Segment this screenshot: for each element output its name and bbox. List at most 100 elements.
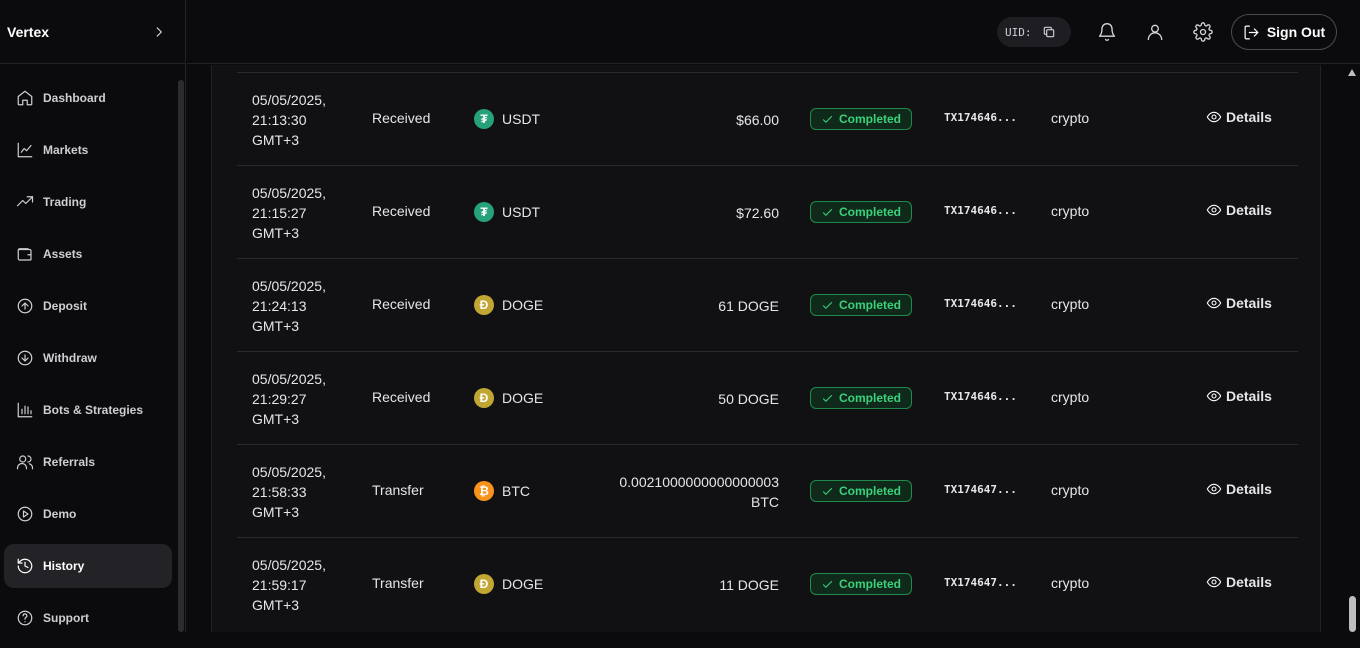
tx-asset: Ð DOGE <box>474 574 543 594</box>
tx-amount-value: 11 DOGE <box>719 577 779 593</box>
tx-asset-symbol: DOGE <box>502 390 544 406</box>
sidebar-item-history[interactable]: History <box>4 544 172 588</box>
sidebar-collapse-toggle[interactable] <box>151 24 167 40</box>
status-label: Completed <box>838 112 901 126</box>
tx-time-line: 21:24:13 <box>252 298 307 314</box>
sidebar-item-label: Bots & Strategies <box>43 403 144 417</box>
sidebar-item-label: History <box>43 559 85 573</box>
home-icon <box>17 90 33 106</box>
sidebar-item-trading[interactable]: Trading <box>4 180 172 224</box>
tx-method: crypto <box>1051 575 1090 591</box>
check-icon <box>822 487 833 495</box>
tx-amount-value: 61 DOGE <box>718 298 779 314</box>
brand-logo-text: Vertex <box>7 23 50 40</box>
sidebar-item-support[interactable]: Support <box>4 596 172 640</box>
tx-id: TX174646... <box>944 204 1017 217</box>
tx-asset-symbol: DOGE <box>502 576 544 592</box>
tx-amount: 61 DOGE <box>718 296 779 316</box>
tx-time-line: 21:13:30 <box>252 112 307 128</box>
tx-date: 05/05/2025, 21:15:27 GMT+3 <box>252 183 352 243</box>
doge-coin-icon: Ð <box>474 574 494 594</box>
table-row: 05/05/2025, 21:24:13 GMT+3 Received Ð DO… <box>237 259 1298 352</box>
main-scrollbar[interactable] <box>1344 65 1360 632</box>
details-button[interactable]: Details <box>1206 202 1272 218</box>
tx-asset: ₮ USDT <box>474 202 540 222</box>
details-button[interactable]: Details <box>1206 388 1272 404</box>
tx-asset-symbol: USDT <box>502 204 541 220</box>
status-label: Completed <box>838 577 901 591</box>
status-badge: Completed <box>810 480 912 502</box>
tx-asset: ₿ BTC <box>474 481 530 501</box>
tx-amount: $66.00 <box>736 110 779 130</box>
tx-date-line: 05/05/2025, <box>252 278 326 294</box>
table-row: 05/05/2025, 21:59:17 GMT+3 Transfer Ð DO… <box>237 538 1298 631</box>
tx-asset-symbol: DOGE <box>502 297 544 313</box>
tx-date-line: 05/05/2025, <box>252 185 326 201</box>
sidebar-item-markets[interactable]: Markets <box>4 128 172 172</box>
tx-id: TX174646... <box>944 297 1017 310</box>
sidebar-scrollbar[interactable] <box>178 80 184 632</box>
eye-icon <box>1206 390 1222 402</box>
history-icon <box>17 558 33 574</box>
status-label: Completed <box>838 484 901 498</box>
tx-id: TX174646... <box>944 390 1017 403</box>
doge-coin-icon: Ð <box>474 388 494 408</box>
sidebar-item-withdraw[interactable]: Withdraw <box>4 336 172 380</box>
tx-time-line: 21:59:17 <box>252 577 307 593</box>
tx-asset: Ð DOGE <box>474 295 543 315</box>
details-button[interactable]: Details <box>1206 295 1272 311</box>
details-button[interactable]: Details <box>1206 109 1272 125</box>
scroll-up-arrow-icon[interactable] <box>1348 69 1356 76</box>
tx-timezone-line: GMT+3 <box>252 504 300 520</box>
tx-amount-unit: BTC <box>751 494 779 510</box>
trending-up-icon <box>16 196 34 207</box>
tx-date: 05/05/2025, 21:29:27 GMT+3 <box>252 369 352 429</box>
eye-icon <box>1206 576 1222 588</box>
sidebar-item-assets[interactable]: Assets <box>4 232 172 276</box>
wallet-icon <box>17 248 32 261</box>
tx-timezone-line: GMT+3 <box>252 225 300 241</box>
tx-time-line: 21:15:27 <box>252 205 307 221</box>
sidebar-item-deposit[interactable]: Deposit <box>4 284 172 328</box>
sidebar-header: Vertex <box>0 0 185 64</box>
tx-amount-value: 50 DOGE <box>718 391 779 407</box>
arrow-down-circle-icon <box>17 350 33 366</box>
details-label: Details <box>1226 574 1272 590</box>
tx-type: Received <box>372 389 431 405</box>
tx-time-line: 21:29:27 <box>252 391 307 407</box>
tx-date: 05/05/2025, 21:24:13 GMT+3 <box>252 276 352 336</box>
tx-id: TX174647... <box>944 576 1017 589</box>
line-chart-icon <box>17 142 33 158</box>
eye-icon <box>1206 297 1222 309</box>
sidebar-nav: Dashboard Markets Trading Assets Deposit… <box>4 76 172 648</box>
details-button[interactable]: Details <box>1206 574 1272 590</box>
sidebar-item-dashboard[interactable]: Dashboard <box>4 76 172 120</box>
sidebar-item-referrals[interactable]: Referrals <box>4 440 172 484</box>
play-circle-icon <box>17 506 33 522</box>
sidebar-item-label: Referrals <box>43 455 96 469</box>
sidebar-item-label: Deposit <box>43 299 88 313</box>
details-label: Details <box>1226 109 1272 125</box>
btc-coin-icon: ₿ <box>474 481 494 501</box>
details-label: Details <box>1226 481 1272 497</box>
eye-icon <box>1206 204 1222 216</box>
chevron-right-icon <box>156 26 162 37</box>
tx-id: TX174646... <box>944 111 1017 124</box>
details-label: Details <box>1226 388 1272 404</box>
status-badge: Completed <box>810 387 912 409</box>
sidebar-item-label: Dashboard <box>43 91 106 105</box>
tx-method: crypto <box>1051 482 1090 498</box>
sidebar: Vertex Dashboard Markets Trading Assets … <box>0 0 186 632</box>
details-label: Details <box>1226 295 1272 311</box>
history-table: 05/05/2025, 21:13:30 GMT+3 Received ₮ US… <box>211 65 1321 632</box>
scrollbar-thumb[interactable] <box>1349 596 1356 632</box>
status-label: Completed <box>838 298 901 312</box>
details-button[interactable]: Details <box>1206 481 1272 497</box>
sidebar-item-label: Assets <box>43 247 83 261</box>
check-icon <box>822 115 833 123</box>
tx-method: crypto <box>1051 110 1090 126</box>
check-icon <box>822 580 833 588</box>
sidebar-item-bots-strategies[interactable]: Bots & Strategies <box>4 388 172 432</box>
eye-icon <box>1206 111 1222 123</box>
sidebar-item-demo[interactable]: Demo <box>4 492 172 536</box>
